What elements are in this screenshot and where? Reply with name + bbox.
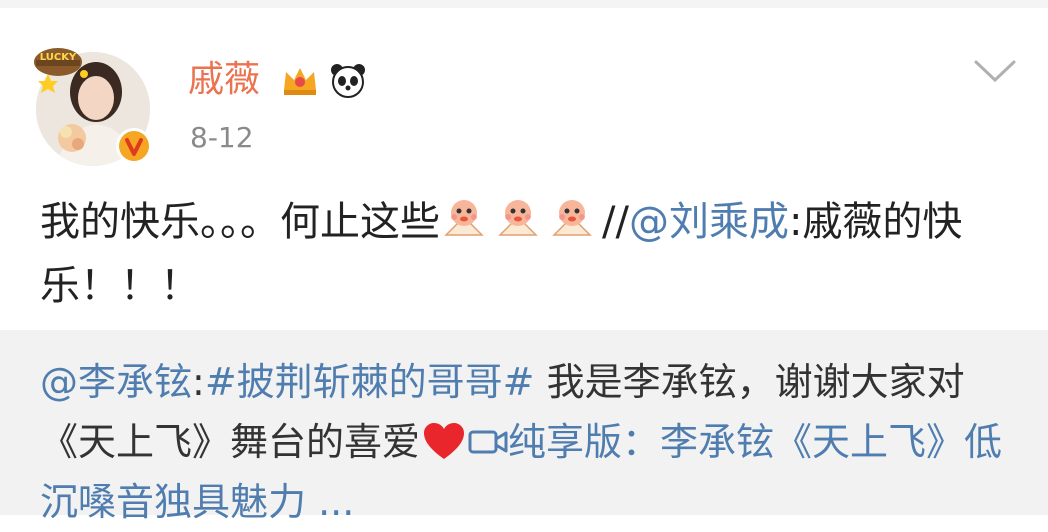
forward-separator: // bbox=[602, 199, 629, 245]
post-text: 我的快乐。。。何止这些 //@刘乘成:戚薇的快乐！！！ bbox=[40, 190, 1030, 318]
post-text-part1: 我的快乐。。。何止这些 bbox=[40, 199, 440, 245]
repost-text: @李承铉:#披荆斩棘的哥哥# 我是李承铉，谢谢大家对《天上飞》舞台的喜爱 纯享版… bbox=[40, 352, 1020, 532]
fan-dance-emoji-icon bbox=[552, 200, 592, 236]
heart-icon bbox=[424, 423, 465, 459]
repost-colon: : bbox=[192, 360, 205, 404]
repost-card[interactable]: @李承铉:#披荆斩棘的哥哥# 我是李承铉，谢谢大家对《天上飞》舞台的喜爱 纯享版… bbox=[0, 330, 1048, 524]
username[interactable]: 戚薇 bbox=[188, 58, 260, 102]
fan-dance-emoji-icon bbox=[498, 200, 538, 236]
crown-vip-icon[interactable] bbox=[280, 60, 320, 100]
lucky-badge-icon: LUCKY bbox=[34, 48, 88, 93]
video-icon[interactable] bbox=[468, 427, 508, 457]
repost-mention-link[interactable]: @李承铉 bbox=[40, 360, 192, 404]
user-badges bbox=[280, 60, 368, 100]
hashtag-link[interactable]: #披荆斩棘的哥哥# bbox=[205, 360, 535, 404]
avatar[interactable]: LUCKY bbox=[28, 40, 158, 170]
panda-icon[interactable] bbox=[328, 60, 368, 100]
post-time: 8-12 bbox=[190, 121, 254, 154]
fan-dance-emoji-icon bbox=[444, 200, 484, 236]
svg-text:LUCKY: LUCKY bbox=[40, 52, 77, 63]
top-divider bbox=[0, 0, 1048, 8]
chevron-down-icon[interactable] bbox=[972, 56, 1018, 86]
more-ellipsis[interactable]: ... bbox=[306, 480, 354, 524]
mention-link[interactable]: @刘乘成 bbox=[629, 199, 789, 245]
verified-icon bbox=[116, 128, 152, 164]
